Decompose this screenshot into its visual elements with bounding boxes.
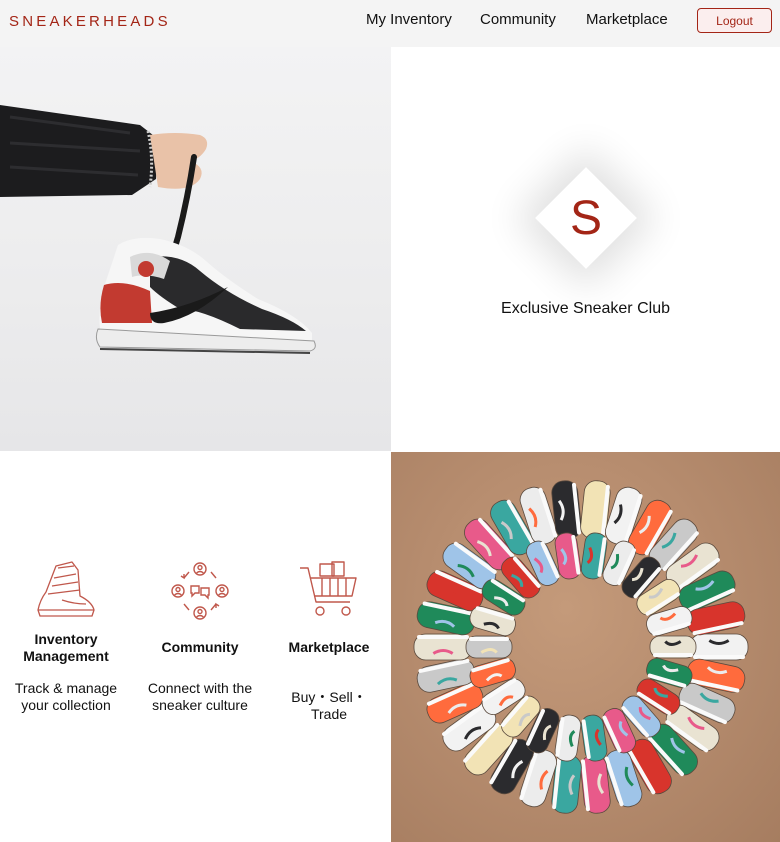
feature-community-title: Community (161, 639, 239, 655)
top-nav-bar: SNEAKERHEADS My Inventory Community Mark… (0, 0, 780, 47)
emblem-letter: S (569, 191, 602, 245)
nav-marketplace[interactable]: Marketplace (586, 11, 668, 28)
feature-marketplace-title: Marketplace (288, 639, 370, 655)
feature-community-description: Connect with the sneaker culture (147, 680, 253, 713)
club-emblem: S (535, 167, 637, 269)
brand-logo[interactable]: SNEAKERHEADS (9, 13, 171, 30)
feature-inventory-description: Track & manage your collection (14, 680, 118, 713)
nav-community[interactable]: Community (480, 11, 556, 28)
community-icon (171, 562, 229, 620)
nav-my-inventory[interactable]: My Inventory (366, 11, 452, 28)
feature-community[interactable]: Community Connect with the sneaker cultu… (146, 560, 254, 714)
feature-marketplace[interactable]: Marketplace Buy・Sell・Trade (280, 560, 378, 723)
feature-inventory[interactable]: Inventory Management Track & manage your… (12, 560, 120, 714)
feature-marketplace-description: Buy・Sell・Trade (291, 689, 367, 722)
feature-inventory-title: Inventory Management (23, 631, 109, 664)
logout-button[interactable]: Logout (697, 8, 772, 33)
sneaker-circle-photo (391, 452, 780, 842)
sneaker-icon (37, 561, 95, 617)
hero-sneaker-photo (0, 47, 391, 451)
club-tagline: Exclusive Sneaker Club (501, 300, 670, 317)
shopping-cart-icon (300, 561, 357, 616)
